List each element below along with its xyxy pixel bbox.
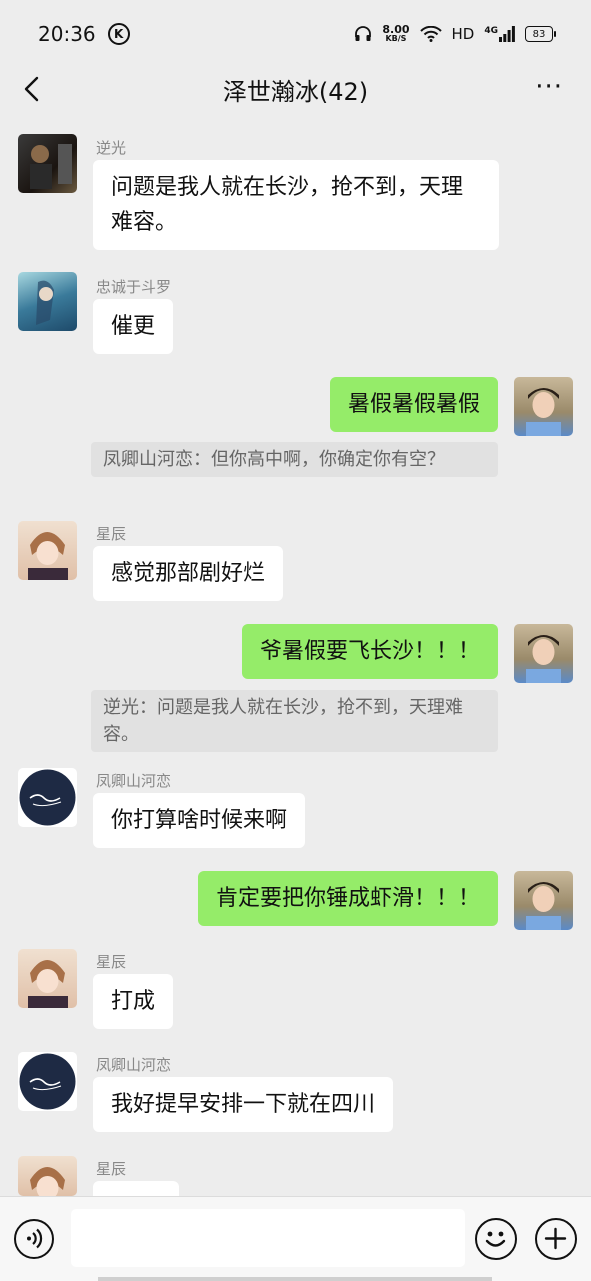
plus-icon <box>544 1227 567 1250</box>
message-bubble[interactable]: 你打算啥时候来啊 <box>93 793 306 848</box>
avatar[interactable] <box>18 949 77 1008</box>
smiley-icon <box>485 1231 506 1247</box>
message-input[interactable] <box>71 1209 465 1267</box>
message-bubble[interactable] <box>93 1181 179 1196</box>
sender-name: 星辰 <box>96 953 127 971</box>
signal-type: 4G <box>484 26 498 36</box>
hd-label: HD <box>451 25 475 43</box>
avatar[interactable] <box>18 521 77 580</box>
avatar[interactable] <box>18 768 77 827</box>
sender-name: 星辰 <box>96 1160 127 1178</box>
message-bubble[interactable]: 打成 <box>93 974 174 1029</box>
input-bar <box>0 1196 591 1281</box>
message-bubble[interactable]: 我好提早安排一下就在四川 <box>93 1077 394 1132</box>
gesture-bar <box>98 1277 492 1281</box>
chat-header: 泽世瀚冰(42) ··· <box>0 68 591 110</box>
avatar[interactable] <box>18 134 77 193</box>
message-bubble[interactable]: 催更 <box>93 299 174 354</box>
more-functions-button[interactable] <box>535 1218 577 1260</box>
avatar[interactable] <box>18 1052 77 1111</box>
message-bubble-mine[interactable]: 肯定要把你锤成虾滑！！！ <box>197 871 498 926</box>
sender-name: 凤卿山河恋 <box>96 1056 172 1074</box>
net-speed-unit: KB/S <box>385 34 407 43</box>
net-speed-value: 8.00 <box>382 23 410 36</box>
sender-name: 忠诚于斗罗 <box>96 278 172 296</box>
message-bubble-mine[interactable]: 暑假暑假暑假 <box>329 377 498 432</box>
k-icon: K <box>107 23 130 45</box>
message-bubble-mine[interactable]: 爷暑假要飞长沙！！！ <box>241 624 498 679</box>
wifi-icon <box>419 26 442 42</box>
headphones-icon <box>355 26 372 41</box>
signal-icon: 4G <box>484 26 515 42</box>
status-time: 20:36 <box>38 22 96 46</box>
voice-input-button[interactable] <box>14 1219 54 1259</box>
message-bubble[interactable]: 感觉那部剧好烂 <box>93 546 284 601</box>
my-avatar[interactable] <box>514 377 573 436</box>
my-avatar[interactable] <box>514 871 573 930</box>
avatar[interactable] <box>18 272 77 331</box>
message-bubble[interactable]: 问题是我人就在长沙，抢不到，天理难容。 <box>93 160 499 250</box>
status-bar: 20:36 K 8.00 KB/S HD 4G 83 <box>0 0 591 68</box>
back-arrow-icon[interactable] <box>18 74 48 104</box>
chat-title: 泽世瀚冰(42) <box>222 77 369 106</box>
more-options-button[interactable]: ··· <box>535 74 563 100</box>
sender-name: 凤卿山河恋 <box>96 772 172 790</box>
sender-name: 逆光 <box>96 139 127 157</box>
emoji-button[interactable] <box>475 1218 517 1260</box>
quoted-message[interactable]: 凤卿山河恋：但你高中啊，你确定你有空？ <box>91 442 498 477</box>
network-speed: 8.00 KB/S <box>382 23 410 43</box>
battery-icon: 83 <box>525 26 556 42</box>
avatar[interactable] <box>18 1156 77 1196</box>
voice-icon <box>27 1228 43 1249</box>
sender-name: 星辰 <box>96 525 127 543</box>
my-avatar[interactable] <box>514 624 573 683</box>
quoted-message[interactable]: 逆光：问题是我人就在长沙，抢不到，天理难容。 <box>91 690 498 752</box>
